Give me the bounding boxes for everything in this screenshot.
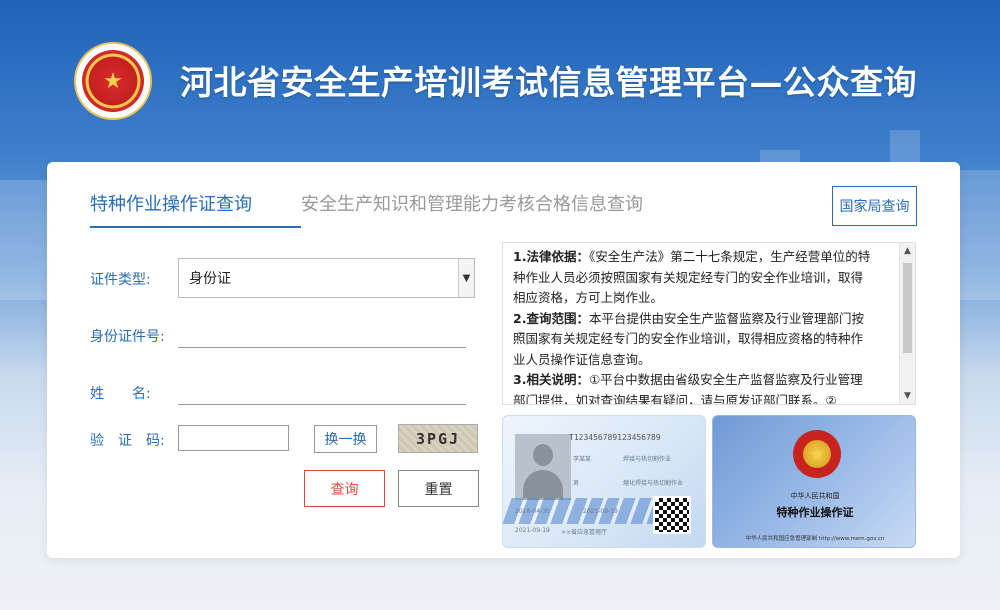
- cert-type-label: 证件类型:: [90, 272, 151, 288]
- sample-authority: ××省应急管理厅: [561, 529, 608, 536]
- site-emblem-logo: ★: [74, 42, 152, 120]
- sample-sex: 男: [573, 480, 580, 487]
- reset-button[interactable]: 重置: [398, 470, 479, 507]
- name-input[interactable]: [178, 369, 466, 405]
- sample-date-2: 2021-09-19: [583, 508, 618, 515]
- tab-safety-knowledge-assessment[interactable]: 安全生产知识和管理能力考核合格信息查询: [301, 190, 643, 216]
- cover-footer: 中华人民共和国应急管理部制 http://www.mem.gov.cn: [745, 536, 885, 542]
- cover-title: 特种作业操作证: [776, 506, 854, 519]
- name-label: 姓 名:: [90, 386, 151, 402]
- captcha-image[interactable]: 3PGJ: [398, 424, 478, 453]
- page-header: ★ 河北省安全生产培训考试信息管理平台—公众查询: [0, 0, 1000, 300]
- captcha-label: 验 证 码:: [90, 433, 165, 449]
- chevron-down-icon[interactable]: ▼: [458, 259, 474, 297]
- sample-date-1: 2018-04-30: [515, 508, 550, 515]
- national-emblem-icon: ★: [793, 430, 841, 478]
- refresh-captcha-button[interactable]: 换一换: [314, 425, 377, 453]
- notice-heading: 1.法律依据：: [513, 249, 589, 264]
- tab-special-operation-cert[interactable]: 特种作业操作证查询: [90, 190, 252, 216]
- qr-code-icon: [653, 496, 691, 534]
- notice-paragraph: 1.法律依据：《安全生产法》第二十七条规定，生产经营单位的特种作业人员必须按照国…: [513, 247, 871, 309]
- sample-id-number: T123456789123456789: [569, 433, 661, 442]
- chevron-up-icon[interactable]: ▲: [900, 243, 915, 259]
- person-photo-icon: [515, 434, 571, 500]
- notice-panel[interactable]: 1.法律依据：《安全生产法》第二十七条规定，生产经营单位的特种作业人员必须按照国…: [502, 242, 916, 405]
- tab-bar: 特种作业操作证查询 安全生产知识和管理能力考核合格信息查询: [90, 190, 960, 228]
- scrollbar-thumb[interactable]: [903, 263, 912, 353]
- sample-cert-front-image: T123456789123456789 李某某 焊接与热切割作业 男 熔化焊接与…: [502, 415, 706, 548]
- cover-country: 中华人民共和国: [790, 492, 840, 500]
- sample-issue-date: 2021-09-19: [515, 527, 550, 534]
- notice-heading: 2.查询范围：: [513, 310, 589, 326]
- notice-scrollbar[interactable]: ▲ ▼: [899, 243, 915, 404]
- captcha-input[interactable]: [178, 425, 289, 451]
- query-button[interactable]: 查询: [304, 470, 385, 507]
- chevron-down-icon[interactable]: ▼: [900, 388, 915, 404]
- query-card: 特种作业操作证查询 安全生产知识和管理能力考核合格信息查询 国家局查询 证件类型…: [47, 162, 960, 558]
- cert-type-select[interactable]: 身份证 ▼: [178, 258, 475, 298]
- emblem-star-icon: ★: [82, 50, 144, 112]
- notice-heading: 3.相关说明：: [513, 372, 589, 387]
- sample-name: 李某某: [573, 456, 592, 463]
- sample-job: 熔化焊接与热切割作业: [623, 480, 684, 487]
- notice-paragraph: 3.相关说明：①平台中数据由省级安全生产监督监察及行业管理部门提供，如对查询结果…: [513, 370, 871, 404]
- cert-type-value: 身份证: [189, 271, 231, 287]
- sample-cert-cover-image: ★ 中华人民共和国 特种作业操作证 中华人民共和国应急管理部制 http://w…: [712, 415, 916, 548]
- national-bureau-query-button[interactable]: 国家局查询: [832, 186, 917, 226]
- active-tab-underline: [90, 226, 301, 228]
- sample-category: 焊接与热切割作业: [623, 456, 672, 463]
- notice-text: 1.法律依据：《安全生产法》第二十七条规定，生产经营单位的特种作业人员必须按照国…: [513, 247, 871, 404]
- cert-number-input[interactable]: [178, 312, 466, 348]
- site-title: 河北省安全生产培训考试信息管理平台—公众查询: [180, 63, 917, 102]
- cert-number-label: 身份证件号:: [90, 329, 165, 345]
- notice-paragraph: 2.查询范围：本平台提供由安全生产监督监察及行业管理部门按照国家有关规定经专门的…: [513, 309, 871, 371]
